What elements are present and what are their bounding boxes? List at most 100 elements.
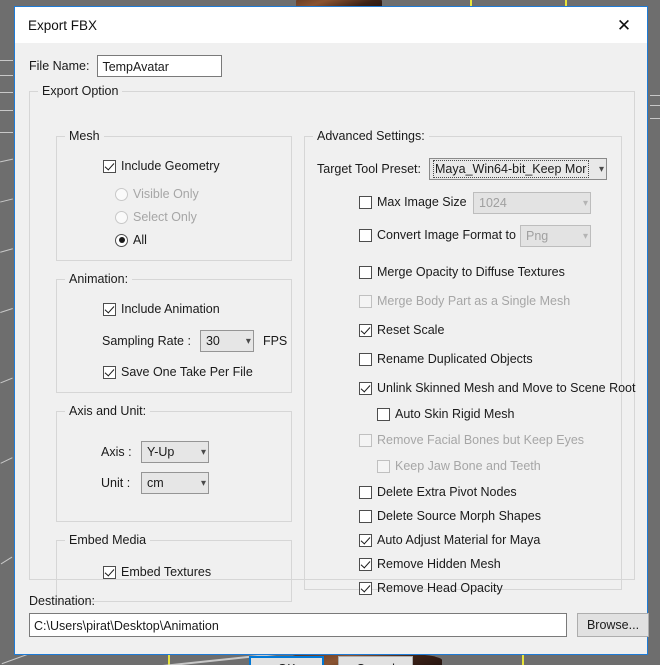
viewport-grid-line bbox=[0, 198, 13, 203]
option-label: Delete Source Morph Shapes bbox=[377, 509, 541, 523]
radio-label: Select Only bbox=[133, 210, 197, 224]
unit-select[interactable]: cm ▾ bbox=[141, 472, 209, 494]
target-tool-preset-select[interactable]: Maya_Win64-bit_Keep Morph So ▾ bbox=[429, 158, 607, 180]
option-keep-jaw-bone[interactable]: Keep Jaw Bone and Teeth bbox=[377, 459, 541, 473]
max-image-size-select: 1024 ▾ bbox=[473, 192, 591, 214]
viewport-grid-line bbox=[0, 158, 13, 163]
include-geometry-checkbox[interactable]: Include Geometry bbox=[103, 159, 220, 173]
mesh-radio-all[interactable]: All bbox=[115, 233, 147, 247]
sampling-rate-row: Sampling Rate : 30 ▾ FPS bbox=[102, 330, 287, 352]
option-label: Auto Adjust Material for Maya bbox=[377, 533, 541, 547]
dialog-titlebar: Export FBX ✕ bbox=[15, 7, 647, 43]
checkbox-box bbox=[359, 195, 372, 209]
chevron-down-icon: ▾ bbox=[582, 230, 588, 242]
export-fbx-dialog: Export FBX ✕ File Name: TempAvatar Expor… bbox=[14, 6, 649, 665]
option-label: Remove Facial Bones but Keep Eyes bbox=[377, 433, 585, 447]
mesh-radio-select-only[interactable]: Select Only bbox=[115, 210, 197, 224]
destination-label: Destination: bbox=[29, 594, 96, 608]
viewport-grid-line bbox=[0, 75, 13, 76]
viewport-grid-line bbox=[650, 105, 660, 106]
option-label: Reset Scale bbox=[377, 323, 445, 337]
radio-circle bbox=[115, 210, 128, 224]
checkbox-box bbox=[359, 228, 372, 242]
advanced-settings-group: Advanced Settings: Target Tool Preset: M… bbox=[304, 129, 635, 595]
option-delete-source-morph[interactable]: Delete Source Morph Shapes bbox=[359, 509, 541, 523]
option-rename-duplicated[interactable]: Rename Duplicated Objects bbox=[359, 352, 533, 366]
mesh-radio-visible-only[interactable]: Visible Only bbox=[115, 187, 199, 201]
option-delete-extra-pivot[interactable]: Delete Extra Pivot Nodes bbox=[359, 485, 517, 499]
option-label: Keep Jaw Bone and Teeth bbox=[395, 459, 541, 473]
viewport-grid-line bbox=[0, 556, 13, 565]
max-image-size-checkbox[interactable]: Max Image Size bbox=[359, 195, 467, 209]
option-label: Merge Opacity to Diffuse Textures bbox=[377, 265, 565, 279]
option-merge-body-part[interactable]: Merge Body Part as a Single Mesh bbox=[359, 294, 570, 308]
option-auto-adjust-material[interactable]: Auto Adjust Material for Maya bbox=[359, 533, 540, 547]
option-auto-skin-rigid-mesh[interactable]: Auto Skin Rigid Mesh bbox=[377, 407, 515, 421]
save-one-take-checkbox[interactable]: Save One Take Per File bbox=[103, 365, 253, 379]
embed-media-group: Embed Media Embed Textures bbox=[56, 533, 292, 602]
checkbox-box bbox=[359, 381, 372, 395]
axis-select[interactable]: Y-Up ▾ bbox=[141, 441, 209, 463]
browse-button[interactable]: Browse... bbox=[577, 613, 649, 637]
ok-button[interactable]: OK bbox=[249, 656, 324, 665]
viewport-grid-line bbox=[0, 132, 13, 133]
convert-image-format-label: Convert Image Format to bbox=[377, 228, 516, 242]
convert-image-format-checkbox[interactable]: Convert Image Format to bbox=[359, 228, 516, 242]
include-animation-label: Include Animation bbox=[121, 302, 220, 316]
mesh-group: Mesh Include Geometry Visible Only Selec… bbox=[56, 129, 292, 261]
option-label: Delete Extra Pivot Nodes bbox=[377, 485, 517, 499]
max-image-size-value: 1024 bbox=[479, 196, 507, 210]
option-remove-facial-bones[interactable]: Remove Facial Bones but Keep Eyes bbox=[359, 433, 584, 447]
checkbox-box bbox=[359, 352, 372, 366]
viewport-grid-line bbox=[0, 60, 13, 61]
dialog-body: File Name: TempAvatar Export Option Mesh… bbox=[15, 43, 649, 665]
dialog-title: Export FBX bbox=[28, 17, 98, 33]
checkbox-box bbox=[103, 565, 116, 579]
save-one-take-label: Save One Take Per File bbox=[121, 365, 253, 379]
option-label: Remove Hidden Mesh bbox=[377, 557, 501, 571]
axis-unit-title: Axis and Unit: bbox=[65, 404, 151, 418]
checkbox-box bbox=[377, 459, 390, 473]
checkbox-box bbox=[359, 485, 372, 499]
option-merge-opacity[interactable]: Merge Opacity to Diffuse Textures bbox=[359, 265, 565, 279]
sampling-rate-label: Sampling Rate : bbox=[102, 334, 191, 348]
option-unlink-skinned-mesh[interactable]: Unlink Skinned Mesh and Move to Scene Ro… bbox=[359, 381, 635, 395]
destination-input[interactable]: C:\Users\pirat\Desktop\Animation bbox=[29, 613, 567, 637]
close-icon[interactable]: ✕ bbox=[601, 7, 647, 43]
file-name-label: File Name: bbox=[29, 59, 90, 73]
option-label: Merge Body Part as a Single Mesh bbox=[377, 294, 571, 308]
viewport-grid-line bbox=[0, 377, 13, 384]
option-remove-hidden-mesh[interactable]: Remove Hidden Mesh bbox=[359, 557, 501, 571]
embed-media-title: Embed Media bbox=[65, 533, 151, 547]
checkbox-box bbox=[359, 581, 372, 595]
option-label: Unlink Skinned Mesh and Move to Scene Ro… bbox=[377, 381, 636, 395]
embed-textures-checkbox[interactable]: Embed Textures bbox=[103, 565, 211, 579]
include-animation-checkbox[interactable]: Include Animation bbox=[103, 302, 220, 316]
checkbox-box bbox=[359, 294, 372, 308]
sampling-rate-value: 30 bbox=[205, 334, 220, 348]
sampling-rate-unit: FPS bbox=[262, 334, 288, 348]
radio-label: Visible Only bbox=[133, 187, 199, 201]
option-remove-head-opacity[interactable]: Remove Head Opacity bbox=[359, 581, 503, 595]
checkbox-box bbox=[359, 509, 372, 523]
animation-title: Animation: bbox=[65, 272, 133, 286]
target-tool-preset-value: Maya_Win64-bit_Keep Morph So bbox=[433, 160, 589, 178]
cancel-button[interactable]: Cancel bbox=[338, 656, 413, 665]
axis-row: Axis : Y-Up ▾ bbox=[101, 441, 209, 463]
sampling-rate-select[interactable]: 30 ▾ bbox=[199, 330, 254, 352]
viewport-grid-line bbox=[650, 95, 660, 96]
target-tool-preset-row: Target Tool Preset: Maya_Win64-bit_Keep … bbox=[317, 158, 607, 180]
axis-value: Y-Up bbox=[147, 445, 175, 459]
convert-image-format-value: Png bbox=[526, 229, 549, 243]
mesh-title: Mesh bbox=[65, 129, 104, 143]
viewport-grid-line bbox=[0, 110, 13, 111]
checkbox-box bbox=[103, 302, 116, 316]
convert-image-format-select: Png ▾ bbox=[520, 225, 591, 247]
axis-unit-group: Axis and Unit: Axis : Y-Up ▾ Unit : cm ▾ bbox=[56, 404, 292, 522]
checkbox-box bbox=[359, 433, 372, 447]
unit-label: Unit : bbox=[101, 476, 131, 490]
include-geometry-label: Include Geometry bbox=[121, 159, 220, 173]
file-name-input[interactable]: TempAvatar bbox=[97, 55, 223, 77]
option-reset-scale[interactable]: Reset Scale bbox=[359, 323, 444, 337]
checkbox-box bbox=[377, 407, 390, 421]
